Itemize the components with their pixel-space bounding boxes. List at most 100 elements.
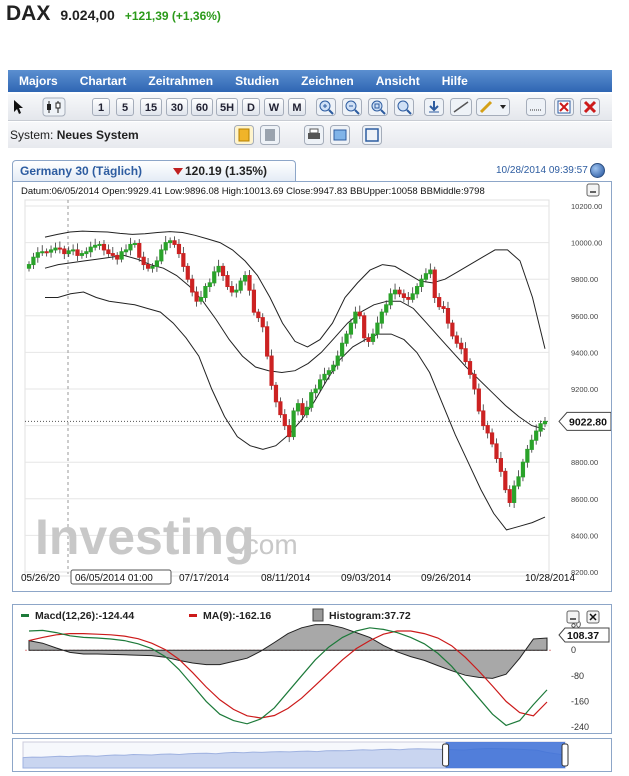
candle-body (132, 243, 137, 246)
download-icon[interactable] (424, 98, 444, 116)
candle-body (534, 430, 539, 441)
candle-body (472, 373, 477, 390)
candle-body (503, 470, 508, 491)
candle-body (525, 448, 530, 463)
interval-d-button[interactable]: D (242, 98, 260, 116)
candle-body (340, 342, 345, 357)
candle-body (265, 326, 270, 357)
menu-studien[interactable]: Studien (224, 70, 290, 92)
candle-body (48, 249, 54, 253)
candle-body (243, 275, 248, 282)
candle-body (388, 293, 393, 306)
candle-body (335, 355, 340, 366)
macd-last-label: 108.37 (567, 630, 599, 642)
interval-60-button[interactable]: 60 (191, 98, 213, 116)
candle-body (198, 297, 204, 302)
menu-chartart[interactable]: Chartart (69, 70, 138, 92)
legend-swatch (312, 608, 324, 622)
macd-y-tick: -80 (571, 671, 584, 681)
crosshair-icon[interactable] (526, 98, 546, 116)
close-icon[interactable] (586, 610, 600, 624)
interval-w-button[interactable]: W (264, 98, 284, 116)
candle-body (194, 291, 199, 302)
open-system-icon[interactable] (234, 125, 254, 145)
candle-body (459, 342, 464, 350)
navigator-chart[interactable] (13, 739, 611, 771)
candlestick-chart-icon[interactable] (42, 97, 66, 117)
candle-body (300, 403, 305, 416)
candle-body (212, 271, 217, 284)
chart-tab[interactable]: Germany 30 (Täglich) 120.19 (1.35%) (12, 160, 296, 182)
ohlc-info-line: Datum:06/05/2014 Open:9929.41 Low:9896.0… (21, 186, 485, 197)
menu-majors[interactable]: Majors (8, 70, 69, 92)
y-tick-label: 9200.00 (571, 385, 598, 394)
draw-line-icon[interactable] (450, 98, 472, 116)
candle-body (454, 335, 459, 344)
interval-5h-button[interactable]: 5H (216, 98, 238, 116)
minimize-icon[interactable] (586, 183, 600, 197)
globe-icon[interactable] (590, 163, 605, 178)
zoom-out-icon[interactable] (342, 98, 362, 116)
save-system-icon[interactable] (260, 125, 280, 145)
pointer-icon[interactable] (12, 99, 24, 115)
info-text: Datum:06/05/2014 Open:9929.41 Low:9896.0… (21, 186, 485, 197)
candle-body (278, 401, 283, 416)
macd-y-tick: -160 (571, 696, 589, 706)
candle-body (375, 322, 380, 335)
interval-30-button[interactable]: 30 (166, 98, 188, 116)
zoom-fit-icon[interactable] (368, 98, 388, 116)
candle-body (168, 240, 173, 244)
legend-label: MA(9):-162.16 (203, 610, 271, 622)
interval-5-button[interactable]: 5 (116, 98, 134, 116)
chart-tab-value: 120.19 (1.35%) (185, 164, 268, 178)
chart-tab-bar: Germany 30 (Täglich) 120.19 (1.35%) 10/2… (12, 160, 612, 182)
zoom-in-icon[interactable] (316, 98, 336, 116)
macd-legend: Macd(12,26):-124.44 MA(9):-162.16 Histogra… (21, 608, 411, 622)
candle-body (362, 315, 367, 339)
system-name[interactable]: Neues System (57, 128, 139, 142)
candle-body (84, 251, 89, 255)
system-label-text: System: (10, 128, 54, 142)
last-price-label: 9022.80 (569, 416, 607, 428)
candle-body (238, 280, 243, 291)
delete-icon[interactable] (580, 98, 600, 116)
legend-label: Histogram:37.72 (329, 610, 411, 622)
image-export-icon[interactable] (330, 125, 350, 145)
interval-15-button[interactable]: 15 (140, 98, 162, 116)
y-tick-label: 8200.00 (571, 568, 598, 577)
clear-drawings-icon[interactable] (554, 98, 574, 116)
candle-body (441, 306, 446, 309)
zoom-reset-icon[interactable] (394, 98, 414, 116)
candle-body (370, 333, 376, 342)
minimize-icon[interactable] (566, 610, 580, 624)
y-tick-label: 10000.00 (571, 239, 602, 248)
pencil-tool-icon[interactable] (476, 98, 510, 116)
menu-zeitrahmen[interactable]: Zeitrahmen (137, 70, 224, 92)
menu-hilfe[interactable]: Hilfe (431, 70, 479, 92)
candle-body (406, 297, 411, 300)
menu-ansicht[interactable]: Ansicht (365, 70, 431, 92)
candle-body (163, 242, 168, 251)
price-chart[interactable]: Datum:06/05/2014 Open:9929.41 Low:9896.0… (13, 182, 612, 591)
fullscreen-icon[interactable] (362, 125, 382, 145)
candle-body (304, 406, 309, 416)
interval-1-button[interactable]: 1 (92, 98, 110, 116)
candle-body (366, 337, 371, 342)
menu-zeichnen[interactable]: Zeichnen (290, 70, 365, 92)
candle-body (123, 249, 129, 253)
candle-body (291, 410, 296, 438)
candle-body (44, 251, 49, 254)
candle-body (317, 379, 323, 390)
candle-body (392, 289, 398, 295)
print-icon[interactable] (304, 125, 324, 145)
symbol-title: DAX (6, 2, 51, 25)
interval-m-button[interactable]: M (288, 98, 306, 116)
candle-body (172, 240, 177, 245)
candle-body (485, 425, 490, 434)
macd-chart[interactable]: Macd(12,26):-124.44 MA(9):-162.16 Histogra… (13, 605, 611, 733)
candle-body (516, 476, 521, 487)
y-tick-label: 9800.00 (571, 275, 598, 284)
navigator-handle-right (561, 743, 569, 767)
candle-body (185, 265, 190, 280)
x-tick-label: 06/05/2014 01:00 (75, 573, 153, 584)
